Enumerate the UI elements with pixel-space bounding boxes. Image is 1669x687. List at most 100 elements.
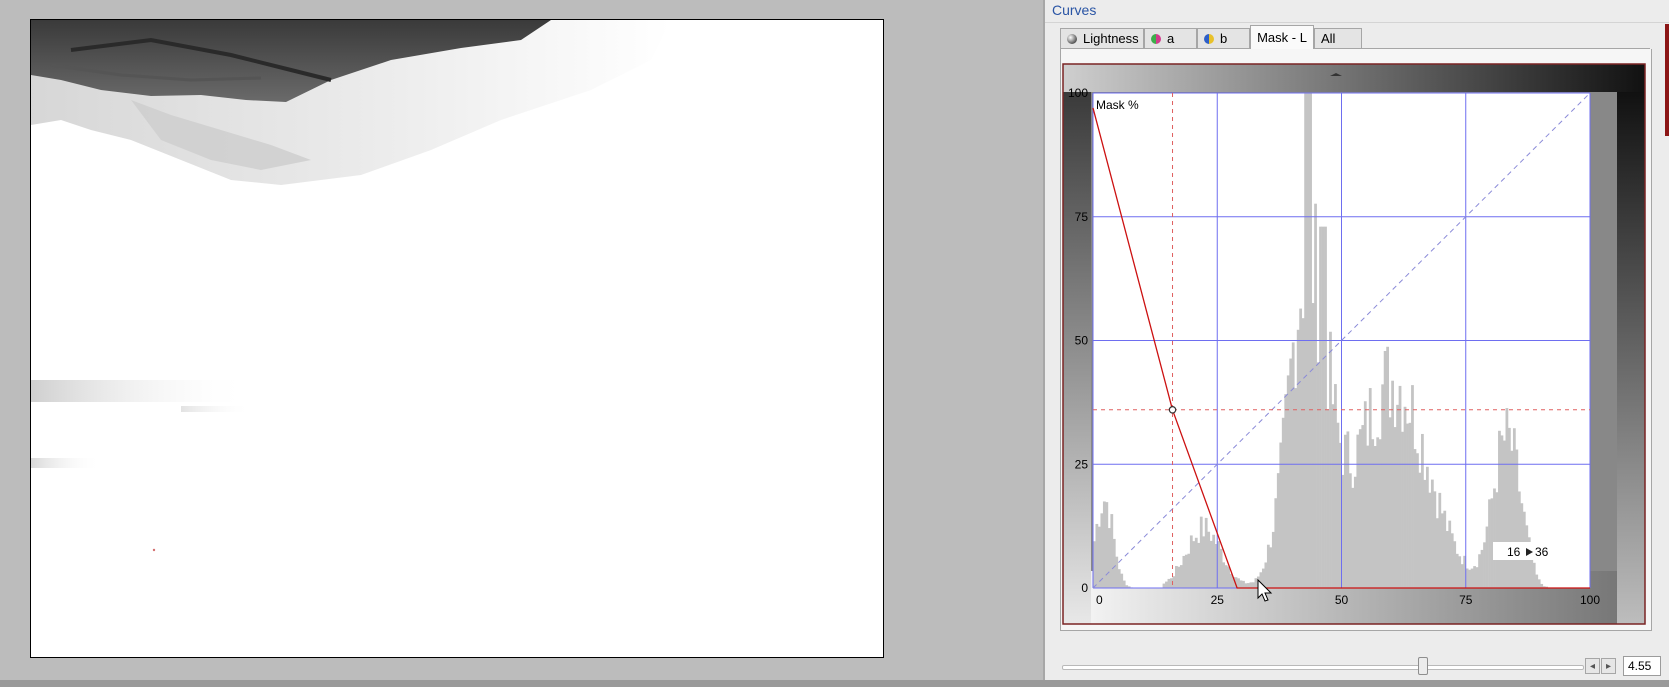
chevron-left-icon: ◂ — [1589, 660, 1596, 672]
lightness-channel-icon — [1067, 33, 1077, 44]
histogram-bar — [1453, 541, 1457, 588]
histogram-bar — [1438, 492, 1442, 588]
histogram-bar — [1299, 308, 1303, 588]
histogram-bar — [1189, 535, 1193, 588]
histogram-bar — [1326, 409, 1330, 588]
curve-graph[interactable]: Mask % 100 75 50 25 0 0 25 50 75 100 16 36 — [1061, 49, 1651, 630]
tab-label: Mask - L — [1257, 30, 1307, 45]
histogram-bar — [1179, 565, 1183, 588]
histogram-bar — [1423, 479, 1427, 588]
histogram-bar — [1321, 226, 1325, 588]
histogram-bar — [1381, 384, 1385, 588]
histogram-bar — [1199, 516, 1203, 588]
histogram-bar — [1286, 375, 1290, 588]
histogram-bar — [1537, 579, 1541, 588]
histogram-bar — [1406, 423, 1409, 588]
histogram-bar — [1239, 580, 1243, 588]
strength-value-field[interactable]: 4.55 — [1623, 656, 1661, 676]
histogram-bar — [1488, 499, 1491, 588]
histogram-bar — [1512, 428, 1516, 588]
strength-slider-track[interactable] — [1062, 665, 1584, 670]
histogram-bar — [1329, 331, 1332, 588]
histogram-bar — [1353, 476, 1357, 588]
preview-image[interactable] — [30, 19, 884, 658]
histogram-bar — [1296, 329, 1300, 588]
control-point[interactable] — [1168, 405, 1177, 414]
histogram-bar — [1376, 437, 1380, 588]
histogram-bar — [1378, 439, 1382, 588]
histogram-bar — [1388, 417, 1392, 588]
y-tick-label: 75 — [1075, 210, 1089, 224]
histogram-bar — [1366, 445, 1370, 588]
histogram-bar — [1475, 567, 1479, 588]
histogram-bar — [1334, 384, 1337, 588]
a-channel-icon — [1151, 33, 1161, 44]
histogram-bar — [1510, 450, 1514, 588]
histogram-bar — [1428, 492, 1432, 588]
histogram-bar — [1483, 542, 1486, 588]
histogram-bar — [1319, 226, 1322, 588]
curve-label: Mask % — [1096, 98, 1139, 112]
tab-label: a — [1167, 31, 1175, 46]
histogram-bar — [1440, 513, 1444, 588]
histogram-bar — [1227, 566, 1230, 588]
histogram-bar — [1346, 431, 1350, 588]
histogram-bar — [1535, 574, 1539, 588]
histogram-bar — [1311, 303, 1315, 588]
histogram-bar — [1316, 362, 1320, 588]
histogram-bar — [1532, 562, 1536, 588]
histogram-bar — [1175, 565, 1178, 588]
histogram-bar — [1515, 449, 1519, 588]
tab-label: Lightness — [1083, 31, 1139, 46]
tab-mask-l[interactable]: Mask - L — [1250, 25, 1314, 49]
histogram-bar — [1361, 425, 1365, 588]
histogram-bar — [1271, 531, 1275, 588]
x-tick-label: 100 — [1580, 593, 1600, 607]
histogram-bar — [1470, 568, 1474, 588]
histogram-bar — [1371, 439, 1375, 588]
slider-decrease-button[interactable]: ◂ — [1585, 658, 1600, 674]
histogram-bar — [1485, 526, 1489, 588]
histogram-bar — [1391, 380, 1394, 588]
strength-slider-thumb[interactable] — [1418, 657, 1428, 675]
readout-input: 16 — [1507, 545, 1521, 559]
tab-label: All — [1321, 31, 1336, 46]
histogram-bar — [1197, 542, 1201, 588]
histogram-bar — [1207, 531, 1211, 588]
histogram-bar — [1433, 491, 1437, 588]
histogram-bar — [1165, 581, 1168, 588]
histogram-bar — [1095, 523, 1099, 588]
histogram-bar — [1219, 548, 1223, 588]
tab-a[interactable]: a — [1144, 28, 1197, 48]
histogram-bar — [1517, 491, 1521, 588]
histogram-bar — [1401, 431, 1404, 588]
histogram-bar — [1254, 578, 1258, 588]
histogram-bar — [1122, 580, 1126, 588]
histogram-bar — [1192, 541, 1196, 588]
histogram-bar — [1204, 517, 1208, 588]
curve-editor: Mask % 100 75 50 25 0 0 25 50 75 100 16 36 — [1060, 49, 1652, 631]
histogram-bar — [1468, 569, 1472, 588]
histogram-bar — [1284, 394, 1288, 588]
curves-panel: Curves Lightness a b Mask - L All Mask %… — [1045, 0, 1669, 687]
tab-b[interactable]: b — [1197, 28, 1250, 48]
histogram-bar — [1480, 549, 1484, 588]
tab-all[interactable]: All — [1314, 28, 1362, 48]
histogram-bar — [1107, 528, 1111, 588]
readout-output: 36 — [1535, 545, 1549, 559]
image-viewer — [0, 0, 1043, 687]
histogram-bar — [1249, 582, 1253, 588]
histogram-bar — [1498, 430, 1501, 588]
slider-increase-button[interactable]: ▸ — [1601, 658, 1616, 674]
title-divider — [1045, 22, 1669, 23]
tab-lightness[interactable]: Lightness — [1060, 28, 1144, 48]
histogram-bar — [1281, 417, 1285, 588]
histogram-bar — [1237, 578, 1240, 588]
histogram-bar — [1167, 578, 1171, 588]
histogram-bar — [1120, 573, 1124, 588]
histogram-bar — [1503, 440, 1506, 588]
histogram-bar — [1393, 427, 1397, 588]
histogram-bar — [1473, 566, 1476, 588]
histogram-bar — [1455, 553, 1459, 588]
x-tick-label: 25 — [1211, 593, 1225, 607]
